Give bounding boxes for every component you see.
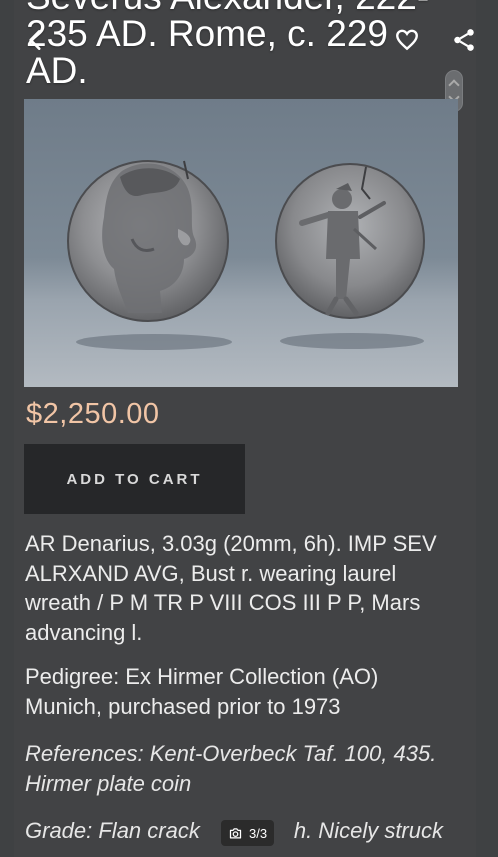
add-to-cart-button[interactable]: ADD TO CART [24,444,245,514]
product-description: AR Denarius, 3.03g (20mm, 6h). IMP SEV A… [25,531,437,645]
scroll-up-icon [448,79,460,91]
coin-obverse [67,160,229,322]
image-counter[interactable]: 3/3 [221,820,275,846]
camera-icon [229,827,242,838]
coin-photo [67,160,425,350]
coin-reverse [275,163,425,319]
product-pedigree: Pedigree: Ex Hirmer Collection (AO) Muni… [25,664,379,719]
share-icon [454,29,474,51]
grade-text-end: h. Nicely struck [293,818,443,843]
grade-text-start: Grade: Flan crack [25,818,200,843]
favorite-button[interactable] [391,24,423,56]
share-button[interactable] [448,24,480,56]
product-image[interactable] [24,99,458,387]
back-button[interactable] [20,24,52,56]
product-price: $2,250.00 [26,398,160,430]
product-title: Severus Alexander, 222-235 AD. Rome, c. … [26,0,429,91]
image-counter-label: 3/3 [249,825,268,841]
arrow-left-icon [29,30,41,50]
product-references: References: Kent-Overbeck Taf. 100, 435.… [25,741,437,796]
heart-icon [396,29,418,51]
